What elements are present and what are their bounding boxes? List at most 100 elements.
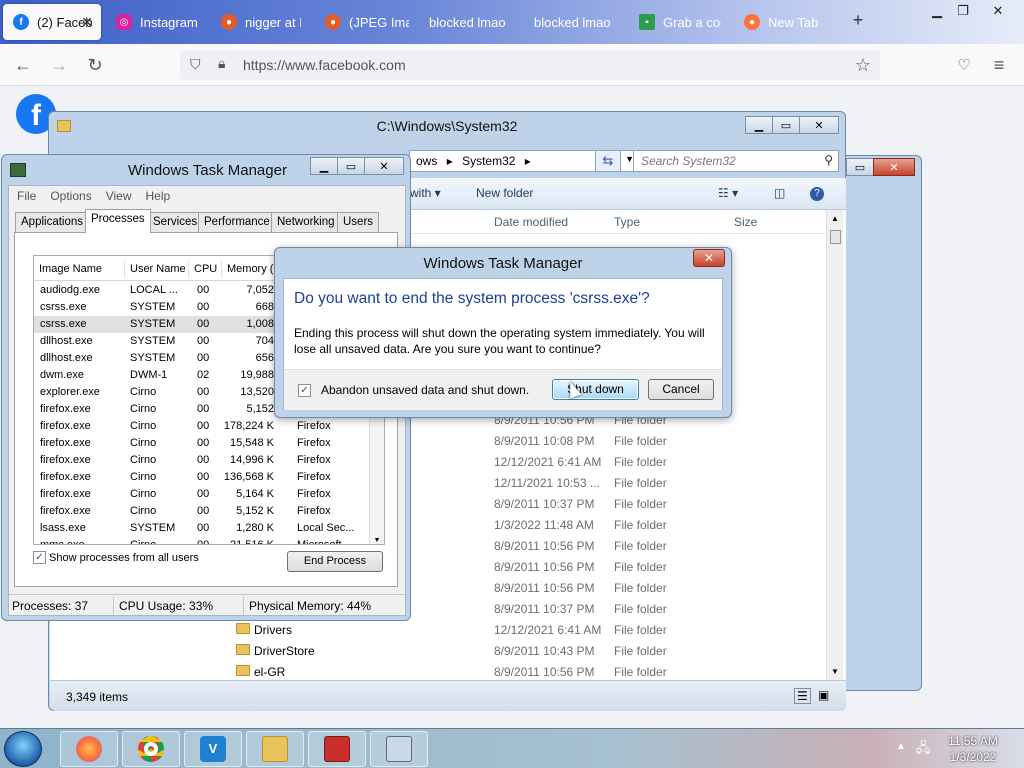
minimize-button[interactable]: ▭ (846, 158, 874, 176)
tab-networking[interactable]: Networking (271, 212, 341, 232)
network-icon[interactable]: 🖧︎ (916, 739, 931, 761)
menu-icon[interactable]: ≡ (988, 54, 1010, 76)
refresh-icon[interactable]: ⇆ (595, 150, 621, 172)
column-image-name[interactable]: Image Name (34, 260, 125, 278)
browser-tab-7[interactable]: ▪ Grab a cool (639, 4, 721, 40)
close-button[interactable]: ✕ (693, 249, 725, 267)
file-name: el-GR (254, 665, 286, 679)
process-mem: 1,280 K (236, 522, 274, 534)
browser-tab-instagram[interactable]: ◎ Instagram (116, 4, 216, 40)
tab-applications[interactable]: Applications (15, 212, 90, 232)
tab-processes[interactable]: Processes (85, 209, 151, 233)
minimize-button[interactable]: ▁ (310, 157, 338, 175)
close-button[interactable]: ✕ (364, 157, 404, 175)
thumbnail-view-icon[interactable]: ▣ (818, 688, 829, 702)
show-hidden-icons-icon[interactable]: ▲ (896, 741, 906, 752)
close-button[interactable]: ✕ (873, 158, 915, 176)
browser-tab-4[interactable]: ● (JPEG Imag (325, 4, 409, 40)
scroll-thumb[interactable] (830, 230, 841, 244)
cancel-button[interactable]: Cancel (648, 379, 714, 400)
show-all-users-checkbox[interactable]: ✓ (33, 551, 46, 564)
help-icon[interactable]: ? (810, 187, 824, 201)
process-row[interactable]: firefox.exe Cirno 00 5,164 K Firefox (34, 486, 384, 503)
process-row[interactable]: mmc.exe Cirno 00 21,516 K Microsoft (34, 537, 384, 544)
taskbar-toolbox[interactable] (308, 731, 366, 767)
browser-tab-5[interactable]: blocked lmao (429, 4, 519, 40)
scroll-down-icon[interactable]: ▼ (827, 667, 843, 676)
tab-performance[interactable]: Performance (198, 212, 276, 232)
browser-tab-3[interactable]: ● nigger at D (221, 4, 301, 40)
taskbar-chrome[interactable] (122, 731, 180, 767)
system-clock[interactable]: 11:55 AM 1/3/2022 (940, 733, 1006, 765)
new-folder-button[interactable]: New folder (476, 186, 533, 200)
minimize-button[interactable]: ▁ (745, 116, 773, 134)
scrollbar[interactable]: ▲ ▼ (826, 210, 843, 680)
share-with-menu[interactable]: with ▾ (410, 186, 441, 200)
process-desc: Firefox (297, 471, 331, 483)
process-cpu: 00 (197, 420, 210, 432)
column-date-modified[interactable]: Date modified (494, 215, 568, 229)
shield-icon[interactable]: ⛉ (190, 56, 201, 73)
restore-button[interactable]: ❐ (950, 2, 976, 20)
scroll-down-icon[interactable]: ▼ (370, 537, 384, 544)
menu-help[interactable]: Help (146, 189, 171, 203)
abandon-data-option[interactable]: ✓ Abandon unsaved data and shut down. (298, 383, 529, 397)
show-all-users-option[interactable]: ✓ Show processes from all users (33, 551, 199, 564)
search-icon[interactable]: ⚲ (824, 153, 833, 167)
process-row[interactable]: firefox.exe Cirno 00 14,996 K Firefox (34, 452, 384, 469)
column-type[interactable]: Type (614, 215, 640, 229)
new-tab-button[interactable]: + (845, 10, 871, 30)
taskbar-explorer[interactable] (246, 731, 304, 767)
taskbar-task-manager[interactable] (370, 731, 428, 767)
process-mem: 19,988 (240, 369, 274, 381)
end-process-button[interactable]: End Process (287, 551, 383, 572)
close-tab-icon[interactable]: ✕ (81, 14, 93, 31)
clock-time: 11:55 AM (948, 734, 998, 748)
address-segment[interactable]: ows (416, 154, 437, 168)
tab-users[interactable]: Users (337, 212, 380, 232)
url-bar[interactable]: ⛉ 🔒︎ https://www.facebook.com (180, 50, 880, 80)
maximize-button[interactable]: ▭ (337, 157, 365, 175)
process-row[interactable]: firefox.exe Cirno 00 15,548 K Firefox (34, 435, 384, 452)
menu-view[interactable]: View (106, 189, 132, 203)
minimize-button[interactable]: ▁ (924, 2, 950, 20)
reload-icon[interactable]: ↻ (84, 54, 106, 76)
file-row[interactable]: DriverStore 8/9/2011 10:43 PM File folder (216, 641, 828, 662)
browser-tab-new-tab[interactable]: ● New Tab (744, 4, 824, 40)
address-segment[interactable]: System32 (462, 154, 515, 168)
column-size[interactable]: Size (734, 215, 757, 229)
process-cpu: 00 (197, 454, 210, 466)
menu-file[interactable]: File (17, 189, 36, 203)
file-row[interactable]: Drivers 12/12/2021 6:41 AM File folder (216, 620, 828, 641)
start-button[interactable] (4, 731, 42, 767)
maximize-button[interactable]: ▭ (772, 116, 800, 134)
process-row[interactable]: firefox.exe Cirno 00 178,224 K Firefox (34, 418, 384, 435)
search-input[interactable]: Search System32 ⚲ (633, 150, 839, 172)
back-icon[interactable]: ← (12, 54, 34, 76)
column-user-name[interactable]: User Name (125, 260, 189, 278)
lock-icon[interactable]: 🔒︎ (218, 55, 225, 72)
pocket-icon[interactable]: ♡ (953, 54, 975, 76)
forward-icon[interactable]: → (48, 54, 70, 76)
taskbar-vscode[interactable]: V (184, 731, 242, 767)
tab-label: blocked lmao (534, 14, 611, 30)
process-row[interactable]: firefox.exe Cirno 00 5,152 K Firefox (34, 503, 384, 520)
taskbar-firefox[interactable] (60, 731, 118, 767)
column-cpu[interactable]: CPU (189, 260, 222, 278)
process-row[interactable]: lsass.exe SYSTEM 00 1,280 K Local Sec... (34, 520, 384, 537)
bookmark-star-icon[interactable]: ☆ (852, 54, 874, 76)
abandon-data-checkbox[interactable]: ✓ (298, 383, 311, 397)
browser-tab-facebook[interactable]: f (2) Faceb ✕ (3, 4, 101, 40)
scroll-up-icon[interactable]: ▲ (827, 214, 843, 223)
close-button[interactable]: ✕ (799, 116, 839, 134)
close-window-button[interactable]: ✕ (985, 2, 1011, 20)
menu-options[interactable]: Options (50, 189, 91, 203)
process-user: Cirno (130, 454, 157, 466)
preview-pane-icon[interactable]: ◫ (774, 186, 785, 200)
view-options-icon[interactable]: ☷ ▾ (718, 186, 738, 200)
browser-tab-6[interactable]: blocked lmao (534, 4, 624, 40)
tab-services[interactable]: Services (147, 212, 204, 232)
process-user: SYSTEM (130, 335, 176, 347)
details-view-icon[interactable]: ☰ (794, 688, 811, 704)
process-row[interactable]: firefox.exe Cirno 00 136,568 K Firefox (34, 469, 384, 486)
